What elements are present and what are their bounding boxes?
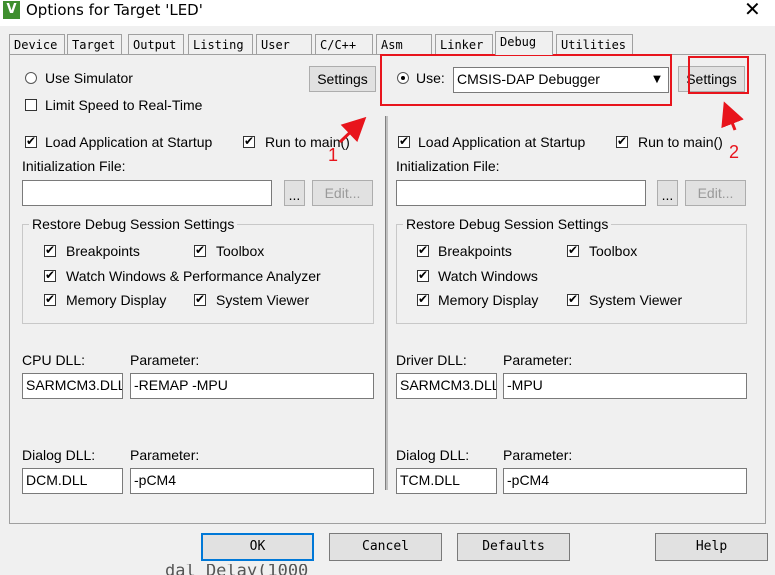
ok-button[interactable]: OK xyxy=(201,533,314,561)
arrow-1 xyxy=(338,116,367,144)
help-button[interactable]: Help xyxy=(655,533,768,561)
annotation-label-2: 2 xyxy=(729,142,740,162)
cancel-button[interactable]: Cancel xyxy=(329,533,442,561)
defaults-button[interactable]: Defaults xyxy=(457,533,570,561)
annotation-arrows xyxy=(338,101,744,144)
background-code-text: dal_Delay(1000 xyxy=(165,564,309,575)
tab-debug[interactable]: Debug xyxy=(495,31,553,55)
annotation-label-1: 1 xyxy=(328,145,339,165)
arrow-2 xyxy=(721,101,744,131)
